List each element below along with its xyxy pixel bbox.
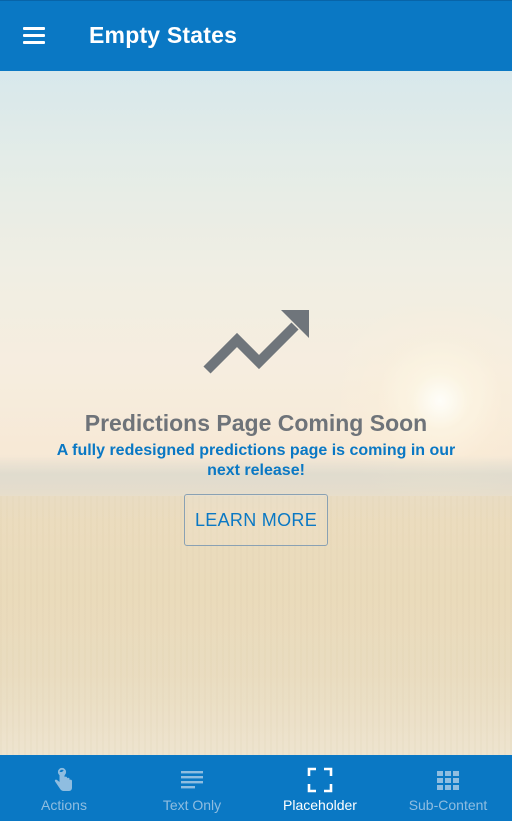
- menu-icon: [23, 27, 45, 30]
- menu-icon-bar: [23, 41, 45, 44]
- empty-state-title: Predictions Page Coming Soon: [84, 410, 428, 436]
- grid-icon: [437, 771, 459, 790]
- empty-state-subtitle: A fully redesigned predictions page is c…: [56, 442, 456, 479]
- empty-state: Predictions Page Coming Soon A fully red…: [0, 71, 512, 755]
- menu-icon-bar: [23, 34, 45, 37]
- tab-text-only-label: Text Only: [162, 797, 222, 813]
- text-lines-icon: [181, 771, 203, 789]
- trending-up-icon: [203, 310, 309, 374]
- app-header: Empty States: [0, 0, 512, 71]
- app-screen: Empty States Predictions Page Coming Soo…: [0, 0, 512, 821]
- tab-actions-label: Actions: [41, 797, 87, 813]
- bottom-navigation: Actions Text Only Placeholder Sub-Conten…: [0, 755, 512, 821]
- tab-placeholder-label: Placeholder: [283, 797, 357, 813]
- page-title: Empty States: [89, 22, 238, 48]
- learn-more-button[interactable]: LEARN MORE: [184, 494, 328, 546]
- menu-button[interactable]: [20, 23, 48, 49]
- tab-actions[interactable]: Actions: [0, 755, 128, 821]
- tab-sub-content-label: Sub-Content: [408, 797, 488, 813]
- fullscreen-icon: [307, 767, 333, 793]
- tab-sub-content[interactable]: Sub-Content: [384, 755, 512, 821]
- tab-placeholder[interactable]: Placeholder: [256, 755, 384, 821]
- touch-icon: [54, 767, 72, 791]
- tab-text-only[interactable]: Text Only: [128, 755, 256, 821]
